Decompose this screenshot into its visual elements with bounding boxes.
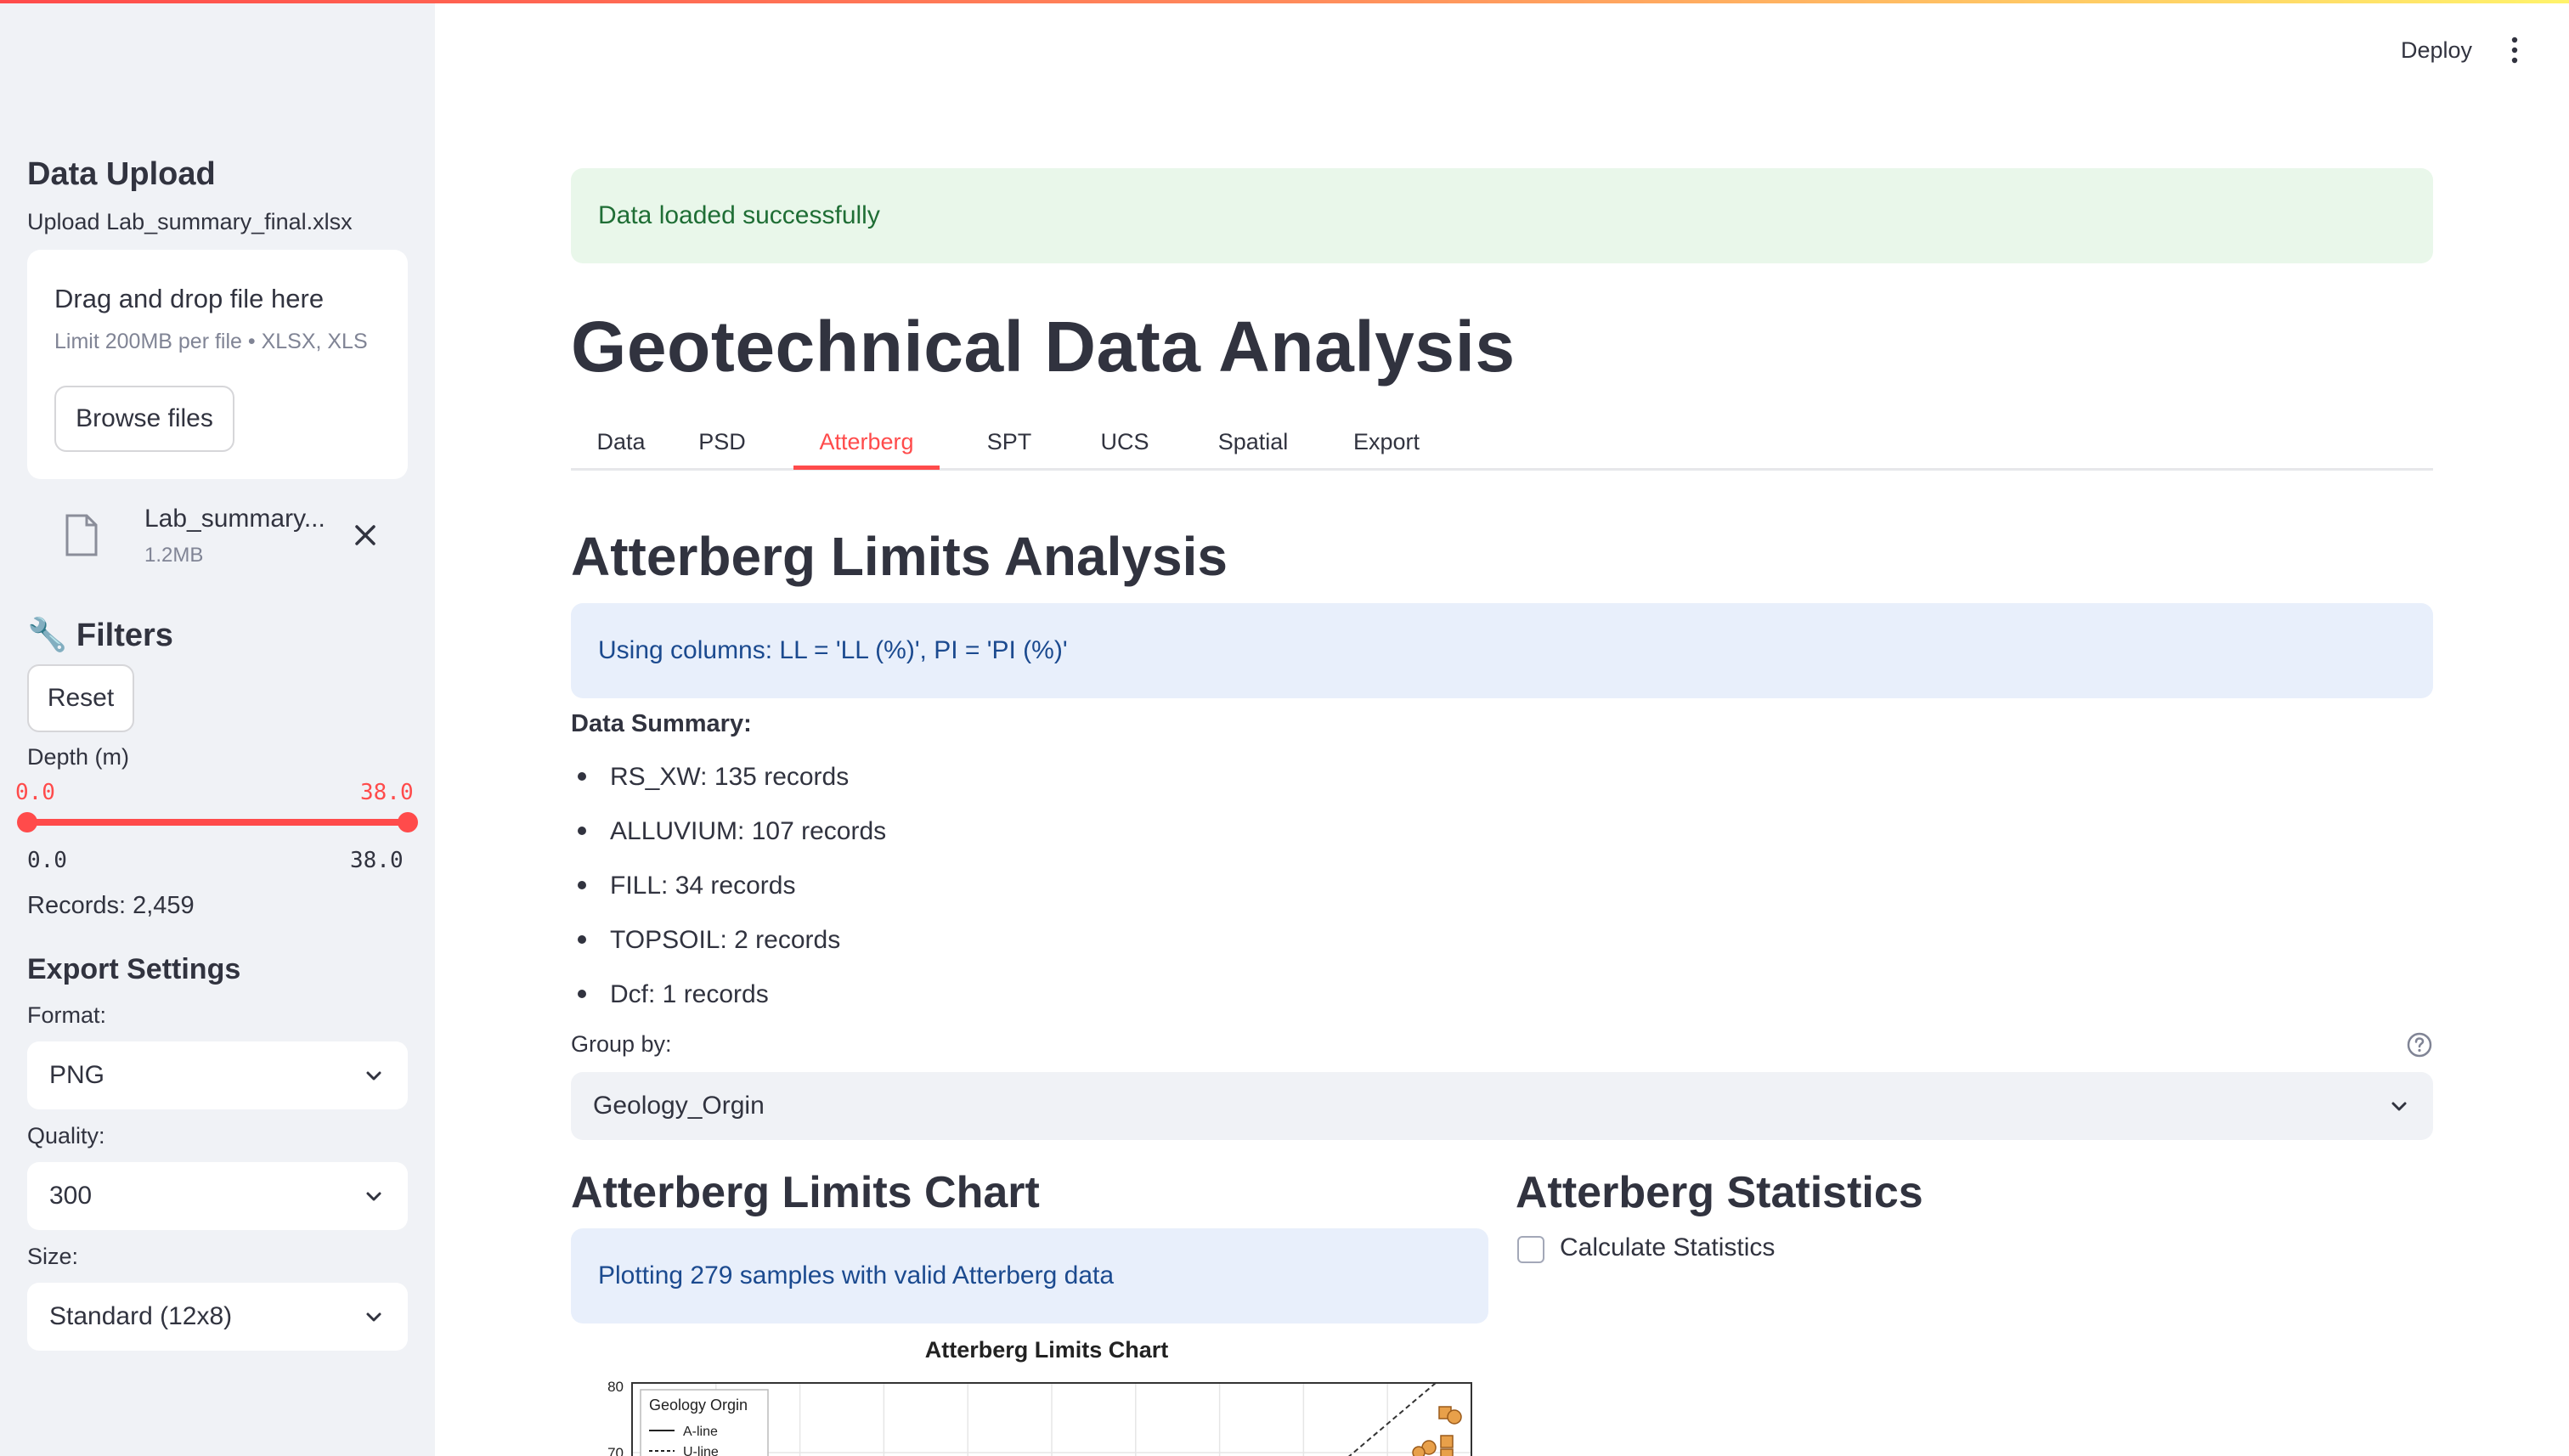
depth-slider-low-thumb[interactable]	[17, 812, 37, 832]
u-line	[1347, 1382, 1437, 1456]
browse-files-button[interactable]: Browse files	[54, 386, 234, 452]
format-select-value: PNG	[49, 1061, 105, 1089]
export-settings-heading: Export Settings	[27, 953, 241, 985]
list-item: ALLUVIUM: 107 records	[578, 817, 886, 846]
size-label: Size:	[27, 1244, 79, 1269]
tab-psd[interactable]: PSD	[671, 415, 773, 469]
deploy-button[interactable]: Deploy	[2401, 37, 2472, 64]
group-by-value: Geology_Orgin	[593, 1092, 765, 1120]
size-select[interactable]: Standard (12x8)	[27, 1283, 408, 1351]
legend-entry: A-line	[683, 1425, 718, 1439]
atterberg-chart-heading: Atterberg Limits Chart	[571, 1168, 1040, 1217]
tab-bar: Data PSD Atterberg SPT UCS Spatial Expor…	[571, 415, 2433, 471]
chart-title: Atterberg Limits Chart	[925, 1337, 1169, 1363]
quality-label: Quality:	[27, 1123, 105, 1148]
page-title: Geotechnical Data Analysis	[571, 307, 1516, 387]
data-point	[1440, 1448, 1454, 1456]
uploaded-file-name: Lab_summary...	[144, 505, 325, 533]
dropzone-title: Drag and drop file here	[54, 284, 325, 313]
size-select-value: Standard (12x8)	[49, 1302, 233, 1330]
columns-info-text: Using columns: LL = 'LL (%)', PI = 'PI (…	[598, 636, 1068, 664]
file-icon	[65, 514, 98, 556]
uploaded-file-row: Lab_summary... 1.2MB	[27, 496, 408, 581]
list-item: TOPSOIL: 2 records	[578, 926, 840, 955]
plotting-info-alert: Plotting 279 samples with valid Atterber…	[571, 1228, 1488, 1323]
sidebar: Data Upload Upload Lab_summary_final.xls…	[0, 3, 435, 1456]
records-count: Records: 2,459	[27, 892, 195, 919]
data-point	[1440, 1435, 1454, 1448]
chevron-down-icon	[366, 1071, 381, 1081]
depth-slider-high-thumb[interactable]	[398, 812, 418, 832]
data-upload-heading: Data Upload	[27, 156, 216, 192]
format-select[interactable]: PNG	[27, 1041, 408, 1109]
format-label: Format:	[27, 1002, 107, 1028]
quality-select[interactable]: 300	[27, 1162, 408, 1230]
atterberg-chart-svg: Atterberg Limits Chart 80 70 Geology Org…	[607, 1337, 1472, 1456]
chevron-down-icon	[2391, 1102, 2407, 1111]
help-icon[interactable]	[2406, 1031, 2433, 1058]
file-dropzone[interactable]: Drag and drop file here Limit 200MB per …	[27, 250, 408, 479]
uploaded-file-size: 1.2MB	[144, 544, 204, 567]
list-item: Dcf: 1 records	[578, 980, 769, 1009]
tab-spt[interactable]: SPT	[967, 415, 1052, 469]
list-item: RS_XW: 135 records	[578, 763, 849, 792]
chevron-down-icon	[366, 1192, 381, 1201]
y-tick-label: 70	[607, 1445, 624, 1456]
reset-button[interactable]: Reset	[27, 664, 134, 732]
remove-file-icon[interactable]	[350, 520, 381, 550]
success-alert: Data loaded successfully	[571, 168, 2433, 263]
depth-slider-high-value: 38.0	[360, 780, 414, 805]
depth-slider-low-value: 0.0	[15, 780, 55, 805]
atterberg-chart: Atterberg Limits Chart 80 70 Geology Org…	[571, 1325, 1488, 1456]
kebab-menu-icon[interactable]	[2504, 36, 2525, 65]
chart-points	[1412, 1406, 1462, 1456]
atterberg-statistics-heading: Atterberg Statistics	[1516, 1168, 1923, 1217]
chevron-down-icon	[366, 1312, 381, 1322]
tab-data[interactable]: Data	[571, 415, 671, 469]
dropzone-subtitle: Limit 200MB per file • XLSX, XLS	[54, 330, 368, 353]
calculate-statistics-label[interactable]: Calculate Statistics	[1560, 1233, 1775, 1262]
depth-slider-min: 0.0	[27, 848, 67, 873]
data-point	[1447, 1409, 1462, 1425]
plotting-info-text: Plotting 279 samples with valid Atterber…	[598, 1261, 1115, 1290]
y-tick-label: 80	[607, 1379, 624, 1395]
group-by-label: Group by:	[571, 1031, 672, 1057]
depth-label: Depth (m)	[27, 744, 130, 770]
atterberg-section-title: Atterberg Limits Analysis	[571, 526, 1228, 587]
group-by-select[interactable]: Geology_Orgin	[571, 1072, 2433, 1140]
depth-slider-track[interactable]	[27, 819, 408, 826]
tab-ucs[interactable]: UCS	[1077, 415, 1172, 469]
data-summary-label: Data Summary:	[571, 710, 752, 737]
list-item: FILL: 34 records	[578, 872, 795, 900]
legend-title: Geology Orgin	[649, 1397, 748, 1414]
upload-label: Upload Lab_summary_final.xlsx	[27, 209, 353, 234]
tab-atterberg[interactable]: Atterberg	[793, 415, 940, 469]
chart-legend: Geology Orgin A-line U-line	[640, 1389, 769, 1456]
tab-export[interactable]: Export	[1327, 415, 1446, 469]
filters-heading: 🔧 Filters	[27, 618, 173, 653]
success-message: Data loaded successfully	[598, 201, 880, 229]
calculate-statistics-checkbox[interactable]	[1517, 1236, 1544, 1263]
legend-entry: U-line	[683, 1445, 719, 1456]
depth-slider-max: 38.0	[350, 848, 404, 873]
active-tab-indicator	[793, 466, 940, 470]
columns-info-alert: Using columns: LL = 'LL (%)', PI = 'PI (…	[571, 603, 2433, 698]
data-point	[1412, 1446, 1426, 1456]
tab-spatial[interactable]: Spatial	[1189, 415, 1317, 469]
quality-select-value: 300	[49, 1182, 93, 1210]
